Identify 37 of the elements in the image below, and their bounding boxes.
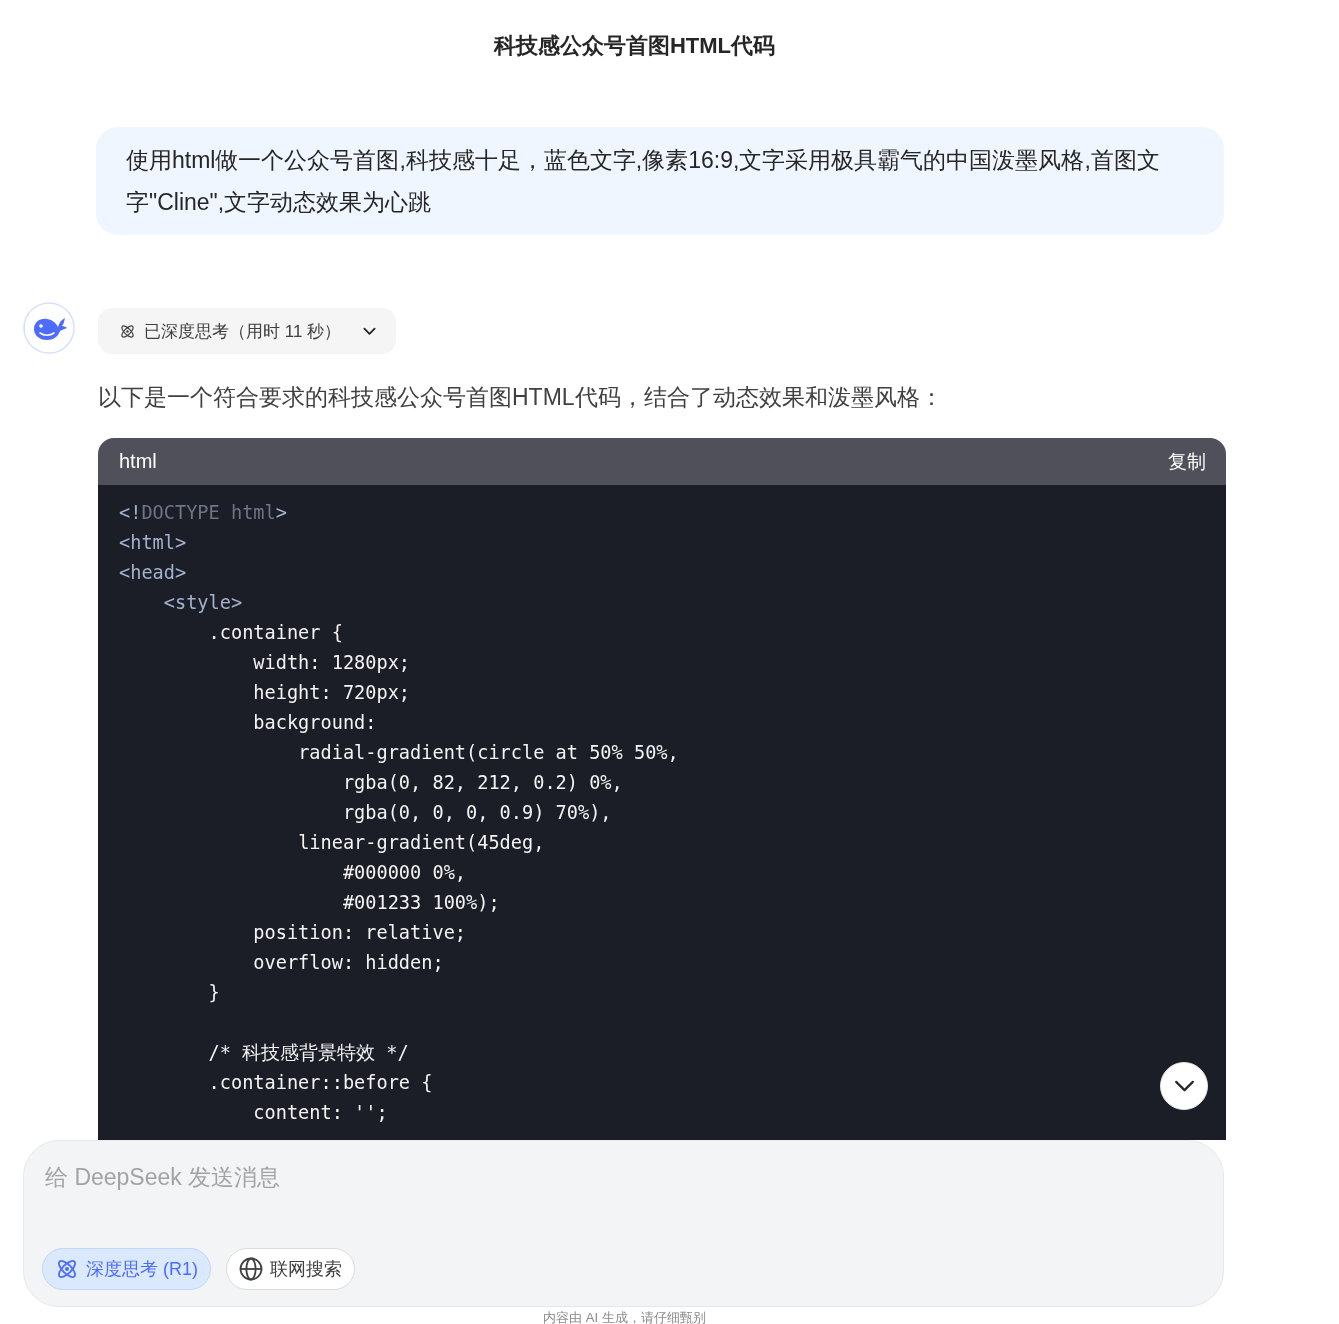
code-line: overflow: hidden; xyxy=(253,952,444,973)
disclaimer-text: 内容由 AI 生成，请仔细甄别 xyxy=(543,1310,706,1324)
language-label: html xyxy=(119,450,157,473)
code-line: linear-gradient(45deg, xyxy=(298,832,545,853)
code-line: width: 1280px; xyxy=(253,652,411,673)
web-search-toggle[interactable]: 联网搜索 xyxy=(226,1248,355,1290)
code-line: #000000 0%, xyxy=(342,862,467,883)
scroll-down-button[interactable] xyxy=(1160,1062,1208,1110)
thinking-toggle-button[interactable]: 已深度思考（用时 11 秒） xyxy=(98,308,397,354)
code-line: position: relative; xyxy=(253,922,467,943)
whale-icon xyxy=(23,302,75,354)
code-line: <style> xyxy=(163,592,243,613)
code-line: <!DOCTYPE html> xyxy=(119,502,287,523)
globe-icon xyxy=(239,1257,263,1281)
copy-button[interactable]: 复制 xyxy=(1168,448,1206,475)
code-line: height: 720px; xyxy=(253,682,411,703)
code-line: .container::before { xyxy=(208,1072,433,1093)
user-message-bubble: 使用html做一个公众号首图,科技感十足，蓝色文字,像素16:9,文字采用极具霸气的中国泼墨风格,首图文字"Cline",文字动态效果为心跳 xyxy=(96,127,1224,235)
code-line: } xyxy=(208,982,220,1003)
chat-title: 科技感公众号首图HTML代码 xyxy=(493,32,776,60)
code-line: <head> xyxy=(119,562,187,583)
code-line: rgba(0, 82, 212, 0.2) 0%, xyxy=(342,772,623,793)
answer-intro-text: 以下是一个符合要求的科技感公众号首图HTML代码，结合了动态效果和泼墨风格： xyxy=(98,383,943,412)
atom-icon xyxy=(119,322,136,340)
chevron-down-icon xyxy=(1173,1080,1195,1092)
deep-think-toggle[interactable]: 深度思考 (R1) xyxy=(42,1248,211,1290)
code-line: background: xyxy=(253,712,377,733)
code-line: rgba(0, 0, 0, 0.9) 70%), xyxy=(342,802,612,823)
code-line: <html> xyxy=(119,532,187,553)
code-line: content: ''; xyxy=(253,1102,388,1123)
code-line: radial-gradient(circle at 50% 50%, xyxy=(298,742,679,763)
code-line: .container { xyxy=(208,622,343,643)
message-input[interactable]: 给 DeepSeek 发送消息 xyxy=(42,1159,645,1199)
code-line: #001233 100%); xyxy=(342,892,500,913)
atom-icon xyxy=(55,1257,79,1281)
chevron-down-icon xyxy=(363,326,377,336)
code-line: /* 科技感背景特效 */ xyxy=(208,1042,409,1063)
